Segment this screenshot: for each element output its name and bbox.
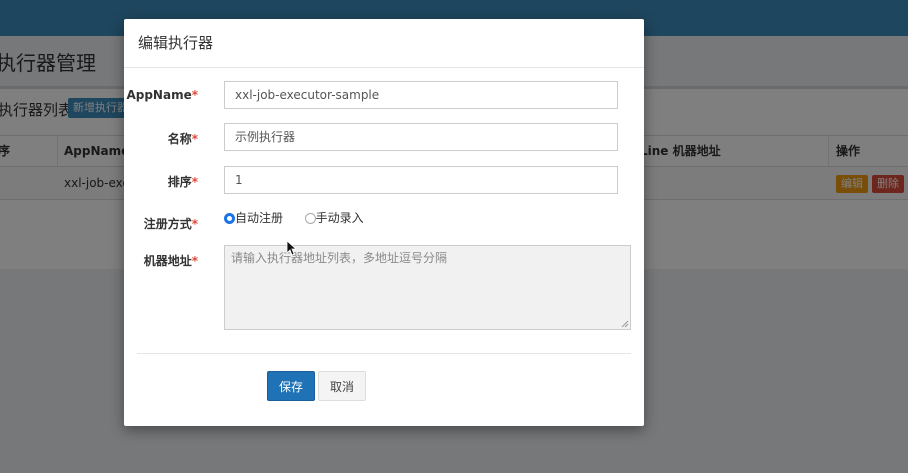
modal-footer-divider <box>137 353 631 354</box>
auto-register-label[interactable]: 自动注册 <box>235 211 283 225</box>
save-button[interactable]: 保存 <box>267 371 316 401</box>
manual-register-radio[interactable] <box>304 213 316 224</box>
resize-handle-icon[interactable] <box>621 320 629 328</box>
manual-register-label[interactable]: 手动录入 <box>316 211 364 225</box>
appname-input[interactable]: xxl-job-executor-sample <box>224 81 618 109</box>
required-mark: * <box>191 132 198 146</box>
name-label-text: 名称 <box>167 132 192 146</box>
address-label-text: 机器地址 <box>143 254 192 268</box>
edit-executor-modal: 编辑执行器 AppName* xxl-job-executor-sample 名… <box>124 19 644 426</box>
required-mark: * <box>191 254 198 268</box>
modal-title: 编辑执行器 <box>138 34 214 52</box>
address-textarea[interactable]: 请输入执行器地址列表，多地址逗号分隔 <box>224 245 631 330</box>
order-label-text: 排序 <box>167 175 192 189</box>
name-input[interactable]: 示例执行器 <box>224 123 618 151</box>
auto-register-radio[interactable] <box>224 213 235 224</box>
cancel-button[interactable]: 取消 <box>318 371 367 401</box>
order-label: 排序* <box>124 173 198 190</box>
register-type-radio-group: 自动注册 手动录入 <box>224 209 364 226</box>
arrow-cursor-icon <box>286 240 296 256</box>
appname-label-text: AppName <box>126 88 192 102</box>
appname-label: AppName* <box>124 88 198 102</box>
required-mark: * <box>191 217 198 231</box>
required-mark: * <box>191 88 198 102</box>
register-type-label-text: 注册方式 <box>143 217 192 231</box>
name-label: 名称* <box>124 130 198 147</box>
order-input[interactable]: 1 <box>224 166 618 194</box>
modal-header: 编辑执行器 <box>124 19 644 68</box>
register-type-label: 注册方式* <box>124 215 198 232</box>
address-placeholder: 请输入执行器地址列表，多地址逗号分隔 <box>231 251 448 265</box>
address-label: 机器地址* <box>124 252 198 269</box>
required-mark: * <box>191 175 198 189</box>
